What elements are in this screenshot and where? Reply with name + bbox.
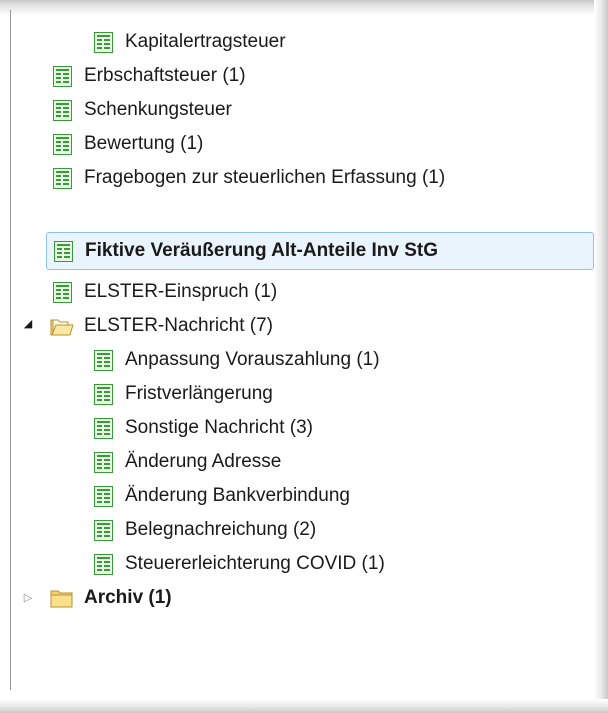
- tree-item-label: Fristverlängerung: [125, 383, 273, 404]
- tree-item-label: Archiv (1): [84, 587, 172, 608]
- tree-panel: Kapitalertragsteuer Erbschaftsteuer (1) …: [0, 0, 608, 713]
- panel-shadow-right: [594, 0, 608, 713]
- tree-item-label: Kapitalertragsteuer: [125, 31, 286, 52]
- tree-item-elster-einspruch[interactable]: ELSTER-Einspruch (1): [53, 274, 277, 310]
- tree-item-label: Änderung Adresse: [125, 451, 282, 472]
- form-document-icon: [53, 133, 72, 155]
- tree-item-fragebogen[interactable]: Fragebogen zur steuerlichen Erfassung (1…: [53, 160, 445, 196]
- open-folder-icon: [50, 319, 74, 335]
- expand-triangle-icon[interactable]: ▷: [22, 592, 34, 604]
- form-document-icon: [94, 553, 113, 575]
- form-document-icon: [94, 485, 113, 507]
- tree-item-label: Bewertung (1): [84, 133, 204, 154]
- tree-item-label: ELSTER-Einspruch (1): [84, 281, 278, 302]
- tree-item-label: Anpassung Vorauszahlung (1): [125, 349, 380, 370]
- tree-item-belegnachreichung[interactable]: Belegnachreichung (2): [94, 512, 316, 548]
- tree-item-aenderung-bankverbindung[interactable]: Änderung Bankverbindung: [94, 478, 350, 514]
- tree-item-label: Steuererleichterung COVID (1): [125, 553, 385, 574]
- panel-shadow-top: [0, 0, 608, 16]
- tree-item-label: Sonstige Nachricht (3): [125, 417, 313, 438]
- tree-item-kapitalertragsteuer[interactable]: Kapitalertragsteuer: [94, 24, 286, 60]
- tree-item-erbschaftsteuer[interactable]: Erbschaftsteuer (1): [53, 58, 246, 94]
- form-document-icon: [53, 65, 72, 87]
- collapse-triangle-icon[interactable]: ◢: [22, 318, 34, 330]
- tree-item-label: Änderung Bankverbindung: [125, 485, 351, 506]
- tree-item-fiktive-veraeusserung[interactable]: Fiktive Veräußerung Alt-Anteile Inv StG: [46, 232, 594, 270]
- tree-item-label: Fragebogen zur steuerlichen Erfassung (1…: [84, 167, 446, 188]
- form-document-icon: [94, 383, 113, 405]
- tree-folder-archiv[interactable]: Archiv (1): [50, 580, 172, 616]
- tree-item-steuererleichterung-covid[interactable]: Steuererleichterung COVID (1): [94, 546, 385, 582]
- form-document-icon: [53, 99, 72, 121]
- tree-item-label: Schenkungsteuer: [84, 99, 232, 120]
- tree-item-bewertung[interactable]: Bewertung (1): [53, 126, 203, 162]
- form-document-icon: [94, 451, 113, 473]
- form-document-icon: [54, 240, 73, 262]
- panel-shadow-bottom: [0, 699, 608, 713]
- tree-item-sonstige-nachricht[interactable]: Sonstige Nachricht (3): [94, 410, 313, 446]
- tree-item-anpassung-vorauszahlung[interactable]: Anpassung Vorauszahlung (1): [94, 342, 380, 378]
- tree-item-label: Erbschaftsteuer (1): [84, 65, 246, 86]
- form-document-icon: [94, 31, 113, 53]
- form-document-icon: [94, 519, 113, 541]
- form-document-icon: [53, 281, 72, 303]
- panel-left-border: [10, 10, 11, 690]
- tree-item-schenkungsteuer[interactable]: Schenkungsteuer: [53, 92, 232, 128]
- tree-item-label: Fiktive Veräußerung Alt-Anteile Inv StG: [85, 240, 438, 261]
- form-document-icon: [94, 417, 113, 439]
- form-document-icon: [53, 167, 72, 189]
- tree-folder-elster-nachricht[interactable]: ELSTER-Nachricht (7): [50, 308, 273, 344]
- closed-folder-icon: [50, 590, 73, 607]
- tree-item-aenderung-adresse[interactable]: Änderung Adresse: [94, 444, 281, 480]
- tree-item-fristverlaengerung[interactable]: Fristverlängerung: [94, 376, 273, 412]
- tree-item-label: Belegnachreichung (2): [125, 519, 317, 540]
- tree-item-label: ELSTER-Nachricht (7): [84, 315, 273, 336]
- form-document-icon: [94, 349, 113, 371]
